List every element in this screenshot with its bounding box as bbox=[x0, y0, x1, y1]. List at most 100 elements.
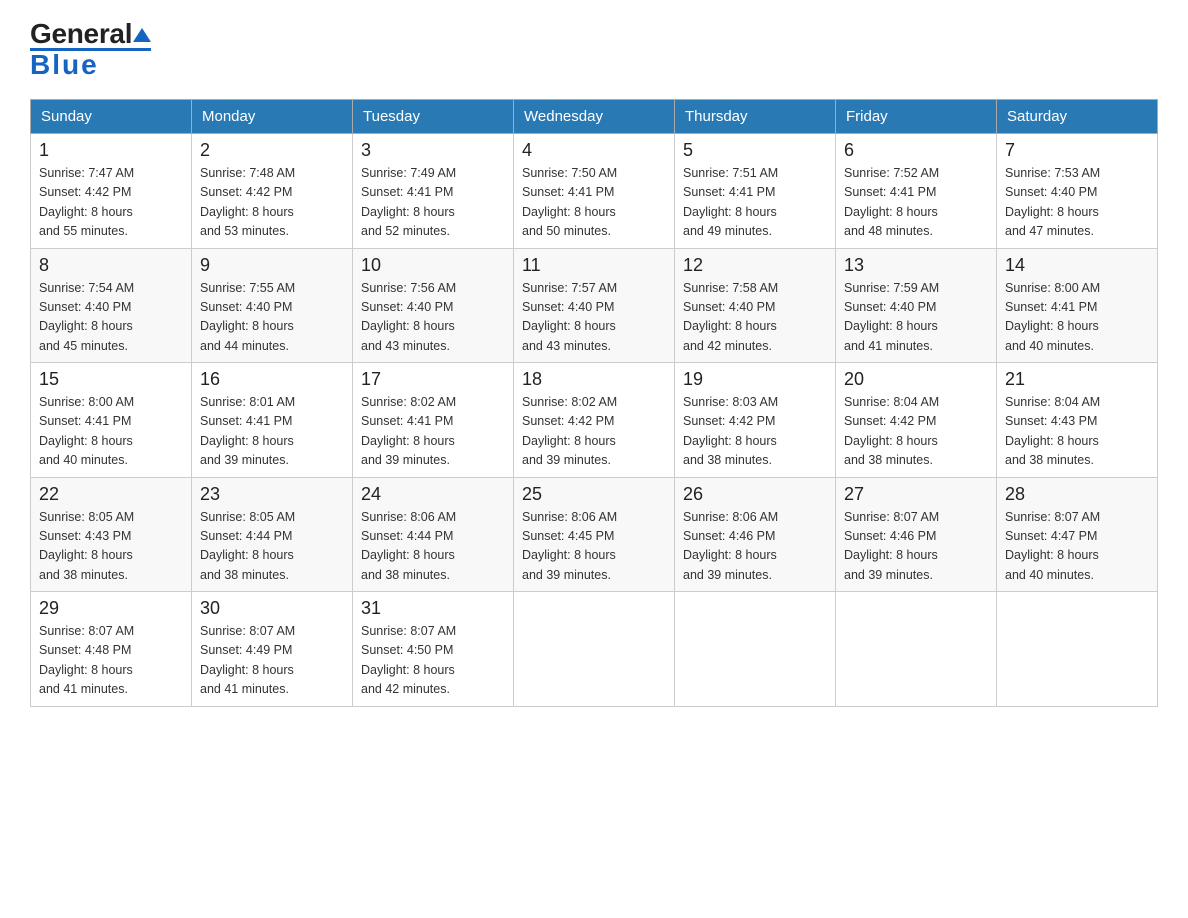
day-info: Sunrise: 8:05 AMSunset: 4:43 PMDaylight:… bbox=[39, 510, 134, 582]
calendar-cell bbox=[997, 592, 1158, 707]
day-info: Sunrise: 8:00 AMSunset: 4:41 PMDaylight:… bbox=[1005, 281, 1100, 353]
day-number: 20 bbox=[844, 369, 988, 390]
calendar-cell: 21 Sunrise: 8:04 AMSunset: 4:43 PMDaylig… bbox=[997, 363, 1158, 478]
day-info: Sunrise: 7:49 AMSunset: 4:41 PMDaylight:… bbox=[361, 166, 456, 238]
day-info: Sunrise: 8:07 AMSunset: 4:46 PMDaylight:… bbox=[844, 510, 939, 582]
day-info: Sunrise: 8:06 AMSunset: 4:44 PMDaylight:… bbox=[361, 510, 456, 582]
calendar-cell: 30 Sunrise: 8:07 AMSunset: 4:49 PMDaylig… bbox=[192, 592, 353, 707]
calendar-cell: 23 Sunrise: 8:05 AMSunset: 4:44 PMDaylig… bbox=[192, 477, 353, 592]
day-number: 10 bbox=[361, 255, 505, 276]
day-info: Sunrise: 8:07 AMSunset: 4:49 PMDaylight:… bbox=[200, 624, 295, 696]
calendar-cell: 28 Sunrise: 8:07 AMSunset: 4:47 PMDaylig… bbox=[997, 477, 1158, 592]
day-info: Sunrise: 8:06 AMSunset: 4:46 PMDaylight:… bbox=[683, 510, 778, 582]
day-number: 4 bbox=[522, 140, 666, 161]
calendar-week-row: 8 Sunrise: 7:54 AMSunset: 4:40 PMDayligh… bbox=[31, 248, 1158, 363]
calendar-cell: 6 Sunrise: 7:52 AMSunset: 4:41 PMDayligh… bbox=[836, 134, 997, 249]
day-number: 28 bbox=[1005, 484, 1149, 505]
day-number: 13 bbox=[844, 255, 988, 276]
calendar-week-row: 15 Sunrise: 8:00 AMSunset: 4:41 PMDaylig… bbox=[31, 363, 1158, 478]
day-info: Sunrise: 7:52 AMSunset: 4:41 PMDaylight:… bbox=[844, 166, 939, 238]
day-number: 29 bbox=[39, 598, 183, 619]
day-number: 6 bbox=[844, 140, 988, 161]
day-info: Sunrise: 8:04 AMSunset: 4:42 PMDaylight:… bbox=[844, 395, 939, 467]
column-header-thursday: Thursday bbox=[675, 100, 836, 134]
calendar-table: SundayMondayTuesdayWednesdayThursdayFrid… bbox=[30, 99, 1158, 707]
calendar-cell: 20 Sunrise: 8:04 AMSunset: 4:42 PMDaylig… bbox=[836, 363, 997, 478]
calendar-cell bbox=[675, 592, 836, 707]
day-number: 18 bbox=[522, 369, 666, 390]
day-info: Sunrise: 8:01 AMSunset: 4:41 PMDaylight:… bbox=[200, 395, 295, 467]
calendar-cell: 9 Sunrise: 7:55 AMSunset: 4:40 PMDayligh… bbox=[192, 248, 353, 363]
calendar-cell: 4 Sunrise: 7:50 AMSunset: 4:41 PMDayligh… bbox=[514, 134, 675, 249]
day-number: 7 bbox=[1005, 140, 1149, 161]
calendar-cell: 3 Sunrise: 7:49 AMSunset: 4:41 PMDayligh… bbox=[353, 134, 514, 249]
day-number: 21 bbox=[1005, 369, 1149, 390]
day-info: Sunrise: 8:07 AMSunset: 4:50 PMDaylight:… bbox=[361, 624, 456, 696]
calendar-cell: 7 Sunrise: 7:53 AMSunset: 4:40 PMDayligh… bbox=[997, 134, 1158, 249]
calendar-header-row: SundayMondayTuesdayWednesdayThursdayFrid… bbox=[31, 100, 1158, 134]
day-info: Sunrise: 8:07 AMSunset: 4:47 PMDaylight:… bbox=[1005, 510, 1100, 582]
calendar-cell bbox=[514, 592, 675, 707]
day-info: Sunrise: 7:47 AMSunset: 4:42 PMDaylight:… bbox=[39, 166, 134, 238]
calendar-cell: 1 Sunrise: 7:47 AMSunset: 4:42 PMDayligh… bbox=[31, 134, 192, 249]
day-number: 5 bbox=[683, 140, 827, 161]
calendar-cell: 26 Sunrise: 8:06 AMSunset: 4:46 PMDaylig… bbox=[675, 477, 836, 592]
day-info: Sunrise: 7:51 AMSunset: 4:41 PMDaylight:… bbox=[683, 166, 778, 238]
logo: General Blue bbox=[30, 20, 151, 79]
page-header: General Blue bbox=[30, 20, 1158, 79]
calendar-cell bbox=[836, 592, 997, 707]
day-number: 3 bbox=[361, 140, 505, 161]
calendar-cell: 2 Sunrise: 7:48 AMSunset: 4:42 PMDayligh… bbox=[192, 134, 353, 249]
day-info: Sunrise: 8:06 AMSunset: 4:45 PMDaylight:… bbox=[522, 510, 617, 582]
day-info: Sunrise: 7:48 AMSunset: 4:42 PMDaylight:… bbox=[200, 166, 295, 238]
column-header-sunday: Sunday bbox=[31, 100, 192, 134]
column-header-wednesday: Wednesday bbox=[514, 100, 675, 134]
logo-triangle-icon bbox=[133, 21, 151, 49]
day-info: Sunrise: 7:53 AMSunset: 4:40 PMDaylight:… bbox=[1005, 166, 1100, 238]
day-info: Sunrise: 8:00 AMSunset: 4:41 PMDaylight:… bbox=[39, 395, 134, 467]
day-number: 9 bbox=[200, 255, 344, 276]
calendar-cell: 8 Sunrise: 7:54 AMSunset: 4:40 PMDayligh… bbox=[31, 248, 192, 363]
calendar-cell: 24 Sunrise: 8:06 AMSunset: 4:44 PMDaylig… bbox=[353, 477, 514, 592]
calendar-week-row: 1 Sunrise: 7:47 AMSunset: 4:42 PMDayligh… bbox=[31, 134, 1158, 249]
logo-general-line: General bbox=[30, 20, 151, 48]
day-number: 19 bbox=[683, 369, 827, 390]
day-info: Sunrise: 7:56 AMSunset: 4:40 PMDaylight:… bbox=[361, 281, 456, 353]
calendar-cell: 25 Sunrise: 8:06 AMSunset: 4:45 PMDaylig… bbox=[514, 477, 675, 592]
day-info: Sunrise: 7:55 AMSunset: 4:40 PMDaylight:… bbox=[200, 281, 295, 353]
calendar-cell: 14 Sunrise: 8:00 AMSunset: 4:41 PMDaylig… bbox=[997, 248, 1158, 363]
day-number: 12 bbox=[683, 255, 827, 276]
calendar-cell: 16 Sunrise: 8:01 AMSunset: 4:41 PMDaylig… bbox=[192, 363, 353, 478]
day-info: Sunrise: 8:04 AMSunset: 4:43 PMDaylight:… bbox=[1005, 395, 1100, 467]
calendar-cell: 18 Sunrise: 8:02 AMSunset: 4:42 PMDaylig… bbox=[514, 363, 675, 478]
day-info: Sunrise: 8:02 AMSunset: 4:41 PMDaylight:… bbox=[361, 395, 456, 467]
calendar-cell: 12 Sunrise: 7:58 AMSunset: 4:40 PMDaylig… bbox=[675, 248, 836, 363]
day-number: 14 bbox=[1005, 255, 1149, 276]
day-number: 31 bbox=[361, 598, 505, 619]
calendar-week-row: 22 Sunrise: 8:05 AMSunset: 4:43 PMDaylig… bbox=[31, 477, 1158, 592]
day-info: Sunrise: 8:07 AMSunset: 4:48 PMDaylight:… bbox=[39, 624, 134, 696]
calendar-cell: 5 Sunrise: 7:51 AMSunset: 4:41 PMDayligh… bbox=[675, 134, 836, 249]
day-number: 16 bbox=[200, 369, 344, 390]
calendar-cell: 15 Sunrise: 8:00 AMSunset: 4:41 PMDaylig… bbox=[31, 363, 192, 478]
calendar-cell: 19 Sunrise: 8:03 AMSunset: 4:42 PMDaylig… bbox=[675, 363, 836, 478]
day-number: 26 bbox=[683, 484, 827, 505]
column-header-monday: Monday bbox=[192, 100, 353, 134]
column-header-tuesday: Tuesday bbox=[353, 100, 514, 134]
calendar-cell: 31 Sunrise: 8:07 AMSunset: 4:50 PMDaylig… bbox=[353, 592, 514, 707]
day-number: 15 bbox=[39, 369, 183, 390]
day-number: 24 bbox=[361, 484, 505, 505]
calendar-cell: 27 Sunrise: 8:07 AMSunset: 4:46 PMDaylig… bbox=[836, 477, 997, 592]
day-number: 25 bbox=[522, 484, 666, 505]
day-info: Sunrise: 7:58 AMSunset: 4:40 PMDaylight:… bbox=[683, 281, 778, 353]
day-info: Sunrise: 7:59 AMSunset: 4:40 PMDaylight:… bbox=[844, 281, 939, 353]
day-number: 22 bbox=[39, 484, 183, 505]
day-number: 30 bbox=[200, 598, 344, 619]
calendar-cell: 10 Sunrise: 7:56 AMSunset: 4:40 PMDaylig… bbox=[353, 248, 514, 363]
calendar-cell: 13 Sunrise: 7:59 AMSunset: 4:40 PMDaylig… bbox=[836, 248, 997, 363]
day-info: Sunrise: 8:03 AMSunset: 4:42 PMDaylight:… bbox=[683, 395, 778, 467]
day-number: 8 bbox=[39, 255, 183, 276]
day-info: Sunrise: 7:54 AMSunset: 4:40 PMDaylight:… bbox=[39, 281, 134, 353]
day-info: Sunrise: 7:50 AMSunset: 4:41 PMDaylight:… bbox=[522, 166, 617, 238]
calendar-cell: 29 Sunrise: 8:07 AMSunset: 4:48 PMDaylig… bbox=[31, 592, 192, 707]
